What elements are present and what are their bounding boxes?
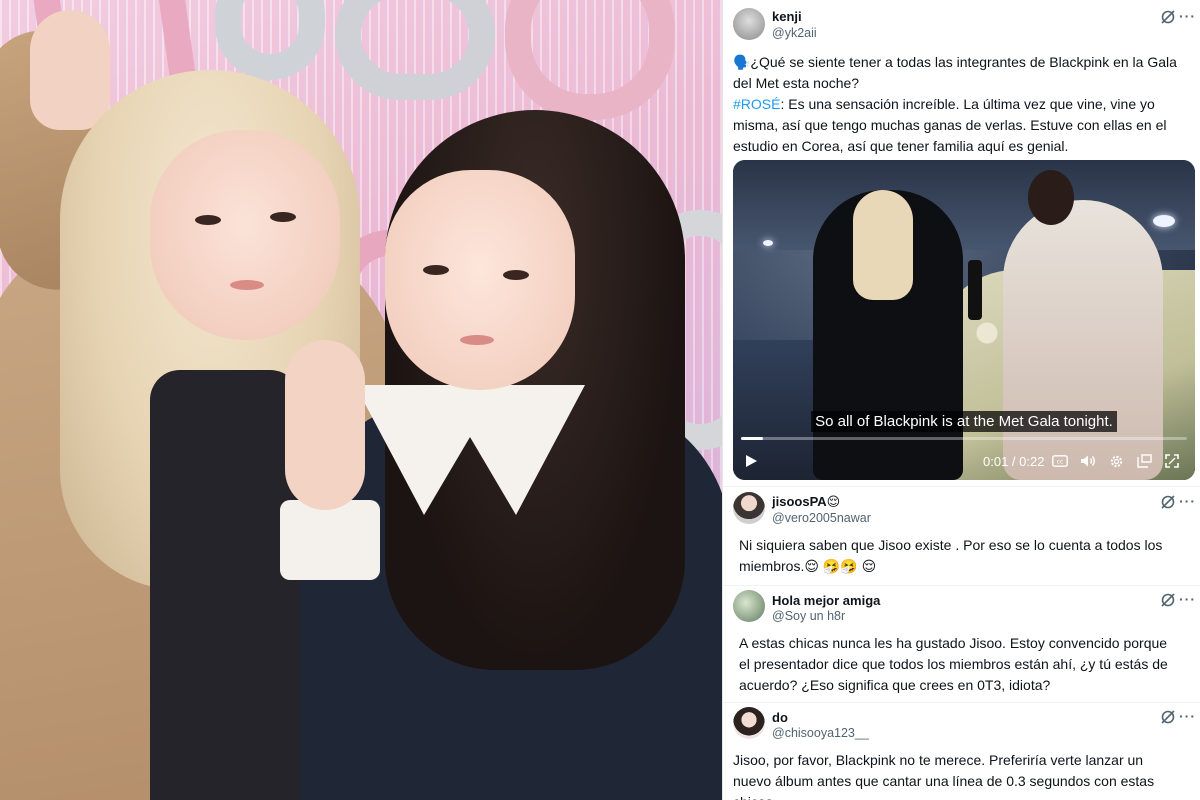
captions-icon[interactable]: cc xyxy=(1049,446,1071,476)
foil-balloon xyxy=(335,0,495,100)
picture-in-picture-icon[interactable] xyxy=(1133,446,1155,476)
post-answer: #ROSÉ: Es una sensación increíble. La úl… xyxy=(733,94,1195,157)
eye xyxy=(503,270,529,280)
reply-author-name[interactable]: jisoosPA😌 xyxy=(772,494,840,510)
avatar[interactable] xyxy=(733,492,765,524)
video-caption-text: So all of Blackpink is at the Met Gala t… xyxy=(811,411,1117,432)
eye xyxy=(195,215,221,225)
reply-author-handle[interactable]: @Soy un h8r xyxy=(772,609,845,623)
divider xyxy=(723,486,1200,487)
video-player[interactable]: So all of Blackpink is at the Met Gala t… xyxy=(733,160,1195,480)
person-left-inner-shirt xyxy=(150,370,300,800)
video-interviewer-head xyxy=(1028,170,1074,225)
video-progress-bar[interactable] xyxy=(741,437,1187,440)
play-icon[interactable] xyxy=(739,446,763,476)
author-name[interactable]: kenji xyxy=(772,9,802,24)
person-right-peace-sign xyxy=(285,340,365,510)
more-icon[interactable]: ··· xyxy=(1179,708,1197,724)
reply-author-handle[interactable]: @vero2005nawar xyxy=(772,511,871,525)
grok-icon[interactable] xyxy=(1160,592,1176,608)
divider xyxy=(723,702,1200,703)
person-right-face xyxy=(385,170,575,390)
video-time: 0:01 / 0:22 xyxy=(983,454,1045,469)
fullscreen-icon[interactable] xyxy=(1161,446,1183,476)
grok-icon[interactable] xyxy=(1160,709,1176,725)
reply-text: Ni siquiera saben que Jisoo existe . Por… xyxy=(739,537,1163,574)
eye xyxy=(270,212,296,222)
divider xyxy=(723,585,1200,586)
reply-author-handle[interactable]: @chisooya123__ xyxy=(772,726,869,740)
grok-icon[interactable] xyxy=(1160,494,1176,510)
eye xyxy=(423,265,449,275)
avatar[interactable] xyxy=(733,8,765,40)
post-question: 🗣️¿Qué se siente tener a todas las integ… xyxy=(733,54,1177,91)
avatar[interactable] xyxy=(733,590,765,622)
video-person-blonde-hair xyxy=(853,190,913,300)
tweet-thread: kenji @yk2aii ··· 🗣️¿Qué se siente tener… xyxy=(722,0,1200,800)
more-icon[interactable]: ··· xyxy=(1179,8,1197,24)
reply-author-name[interactable]: Hola mejor amiga xyxy=(772,593,880,608)
author-handle[interactable]: @yk2aii xyxy=(772,26,817,40)
lips xyxy=(460,335,494,345)
video-progress-fill xyxy=(741,437,764,440)
person-left-peace-sign xyxy=(30,10,110,130)
selfie-photo xyxy=(0,0,722,800)
ceiling-light xyxy=(763,240,773,246)
post-text: 🗣️¿Qué se siente tener a todas las integ… xyxy=(733,52,1195,157)
video-controls: 0:01 / 0:22 cc xyxy=(733,446,1195,476)
grok-icon[interactable] xyxy=(1160,9,1176,25)
post-answer-text: : Es una sensación increíble. La última … xyxy=(733,96,1167,154)
reply-author-name[interactable]: do xyxy=(772,710,788,725)
time-current: 0:01 xyxy=(983,454,1009,469)
svg-text:cc: cc xyxy=(1057,459,1064,466)
more-icon[interactable]: ··· xyxy=(1179,591,1197,607)
ceiling-light xyxy=(1153,215,1175,227)
avatar[interactable] xyxy=(733,707,765,739)
volume-icon[interactable] xyxy=(1077,446,1099,476)
gear-icon[interactable] xyxy=(1105,446,1127,476)
person-right-cuff xyxy=(280,500,380,580)
lips xyxy=(230,280,264,290)
reply-text: A estas chicas nunca les ha gustado Jiso… xyxy=(739,635,1168,693)
person-left-face xyxy=(150,130,340,340)
more-icon[interactable]: ··· xyxy=(1179,493,1197,509)
microphone xyxy=(968,260,982,320)
hashtag-link[interactable]: #ROSÉ xyxy=(733,96,780,112)
reply-text: Jisoo, por favor, Blackpink no te merece… xyxy=(733,752,1155,800)
time-total: 0:22 xyxy=(1019,454,1045,469)
video-caption: So all of Blackpink is at the Met Gala t… xyxy=(733,411,1195,432)
